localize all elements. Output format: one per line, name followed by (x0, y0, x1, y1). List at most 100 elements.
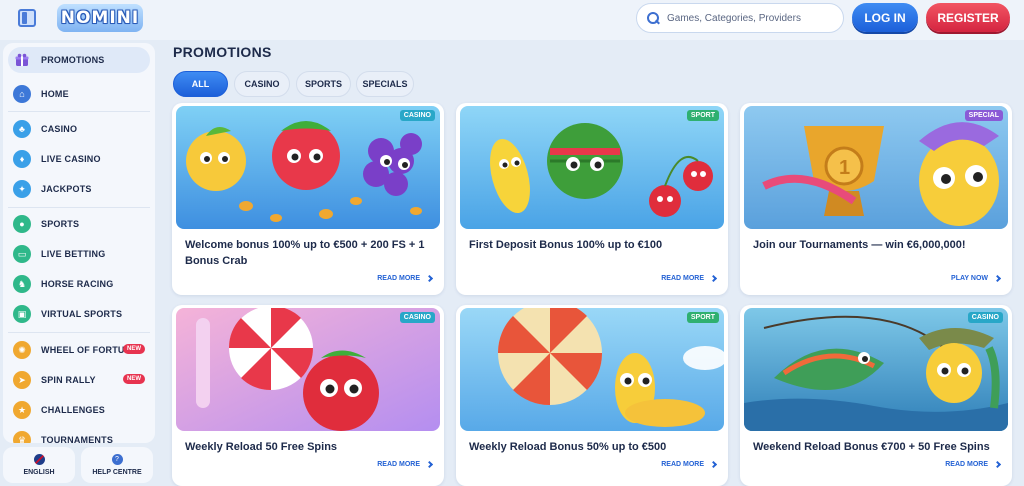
promo-card[interactable]: CASINO Welcome bonus 100% up to €500 + 2… (172, 103, 444, 295)
sidebar-item-label: JACKPOTS (41, 184, 92, 194)
language-button[interactable]: ENGLISH (3, 447, 75, 483)
tab-specials[interactable]: SPECIALS (356, 71, 414, 97)
sidebar-item-label: CASINO (41, 124, 78, 134)
promo-title: Welcome bonus 100% up to €500 + 200 FS +… (185, 239, 425, 267)
coins-icon: ✦ (13, 180, 31, 198)
sidebar-item-virtual-sports[interactable]: ▣ VIRTUAL SPORTS (8, 301, 150, 327)
sidebar-divider (8, 111, 150, 112)
promo-title: Join our Tournaments — win €6,000,000! (753, 239, 966, 251)
category-tag: CASINO (399, 312, 435, 323)
play-now-link[interactable]: PLAY NOW (951, 274, 1002, 283)
top-bar: NOMINI LOG IN REGISTER (0, 0, 1024, 40)
language-label: ENGLISH (23, 469, 55, 476)
page-title: PROMOTIONS (173, 44, 272, 60)
sidebar-item-home[interactable]: ⌂ HOME (8, 81, 150, 107)
search-icon (647, 12, 659, 24)
sidebar-item-sports[interactable]: ● SPORTS (8, 211, 150, 237)
promo-image-candy: CASINO (176, 308, 440, 431)
sidebar-item-label: VIRTUAL SPORTS (41, 309, 123, 319)
promo-image-trophy: 1 SPECIAL (744, 106, 1008, 229)
help-label: HELP CENTRE (92, 469, 142, 476)
sidebar-item-horse-racing[interactable]: ♞ HORSE RACING (8, 271, 150, 297)
sidebar-item-label: HORSE RACING (41, 279, 114, 289)
search-input[interactable] (667, 12, 837, 24)
sidebar-item-label: CHALLENGES (41, 405, 106, 415)
category-tag: SPORT (686, 312, 719, 323)
category-tag: CASINO (967, 312, 1003, 323)
new-badge: NEW (123, 344, 145, 354)
link-label: READ MORE (377, 275, 420, 282)
slots-icon: ♣ (13, 120, 31, 138)
login-button[interactable]: LOG IN (852, 3, 918, 32)
sidebar-item-spin-rally[interactable]: ➤ SPIN RALLY NEW (8, 367, 150, 393)
promo-card[interactable]: 1 SPECIAL Join our Tournaments — win €6,… (740, 103, 1012, 295)
star-icon: ★ (13, 401, 31, 419)
tab-sports[interactable]: SPORTS (296, 71, 351, 97)
category-tag: SPORT (686, 110, 719, 121)
rally-icon: ➤ (13, 371, 31, 389)
gift-icon (13, 51, 31, 69)
chevron-right-icon (993, 460, 1002, 469)
sidebar-item-label: PROMOTIONS (41, 55, 105, 65)
category-tag: CASINO (399, 110, 435, 121)
monitor-icon: ▭ (13, 245, 31, 263)
link-label: READ MORE (661, 275, 704, 282)
chevron-right-icon (425, 274, 434, 283)
promo-image-fishing: CASINO (744, 308, 1008, 431)
chevron-right-icon (709, 274, 718, 283)
sidebar-toggle-icon[interactable] (18, 9, 36, 27)
category-tag: SPECIAL (964, 110, 1003, 121)
read-more-link[interactable]: READ MORE (661, 274, 718, 283)
cards-icon: ♦ (13, 150, 31, 168)
sidebar-item-challenges[interactable]: ★ CHALLENGES (8, 397, 150, 423)
chevron-right-icon (993, 274, 1002, 283)
sidebar-item-label: SPIN RALLY (41, 375, 96, 385)
soccer-ball-icon: ● (13, 215, 31, 233)
sidebar-item-label: HOME (41, 89, 69, 99)
promo-image-parachute: SPORT (460, 308, 724, 431)
read-more-link[interactable]: READ MORE (661, 460, 718, 469)
tab-casino[interactable]: CASINO (234, 71, 290, 97)
sidebar-item-jackpots[interactable]: ✦ JACKPOTS (8, 176, 150, 202)
read-more-link[interactable]: READ MORE (945, 460, 1002, 469)
read-more-link[interactable]: READ MORE (377, 460, 434, 469)
sidebar-item-live-betting[interactable]: ▭ LIVE BETTING (8, 241, 150, 267)
virtual-icon: ▣ (13, 305, 31, 323)
new-badge: NEW (123, 374, 145, 384)
help-centre-button[interactable]: ? HELP CENTRE (81, 447, 153, 483)
sidebar-item-wheel-of-fortune[interactable]: ✺ WHEEL OF FORTUNE NEW (8, 337, 150, 363)
promo-title: Weekly Reload Bonus 50% up to €500 (469, 441, 667, 453)
promo-card[interactable]: SPORT First Deposit Bonus 100% up to €10… (456, 103, 728, 295)
sidebar-item-live-casino[interactable]: ♦ LIVE CASINO (8, 146, 150, 172)
read-more-link[interactable]: READ MORE (377, 274, 434, 283)
help-icon: ? (111, 454, 123, 465)
sidebar-item-casino[interactable]: ♣ CASINO (8, 116, 150, 142)
chevron-right-icon (425, 460, 434, 469)
svg-text:1: 1 (839, 157, 850, 179)
sidebar-footer: ENGLISH ? HELP CENTRE (0, 444, 155, 486)
sidebar-divider (8, 332, 150, 333)
promo-title: Weekly Reload 50 Free Spins (185, 441, 338, 453)
promo-card[interactable]: CASINO Weekend Reload Bonus €700 + 50 Fr… (740, 305, 1012, 486)
sidebar-divider (8, 207, 150, 208)
link-label: READ MORE (377, 461, 420, 468)
sidebar-item-tournaments[interactable]: ♛ TOURNAMENTS (8, 427, 150, 443)
sidebar-item-promotions[interactable]: PROMOTIONS (8, 47, 150, 73)
chevron-right-icon (709, 460, 718, 469)
home-icon: ⌂ (13, 85, 31, 103)
link-label: PLAY NOW (951, 275, 988, 282)
promo-title: Weekend Reload Bonus €700 + 50 Free Spin… (753, 441, 990, 453)
sidebar-item-label: TOURNAMENTS (41, 435, 114, 443)
promo-image-watermelon: SPORT (460, 106, 724, 229)
promo-card[interactable]: SPORT Weekly Reload Bonus 50% up to €500… (456, 305, 728, 486)
promo-title: First Deposit Bonus 100% up to €100 (469, 239, 663, 251)
sidebar-item-label: LIVE CASINO (41, 154, 101, 164)
nomini-logo[interactable]: NOMINI (57, 4, 143, 32)
tab-all[interactable]: ALL (173, 71, 228, 97)
register-button[interactable]: REGISTER (926, 3, 1010, 32)
search-box[interactable] (636, 3, 844, 33)
promo-card[interactable]: CASINO Weekly Reload 50 Free Spins READ … (172, 305, 444, 486)
promo-image-fruits: CASINO (176, 106, 440, 229)
trophy-icon: ♛ (13, 431, 31, 443)
wheel-icon: ✺ (13, 341, 31, 359)
